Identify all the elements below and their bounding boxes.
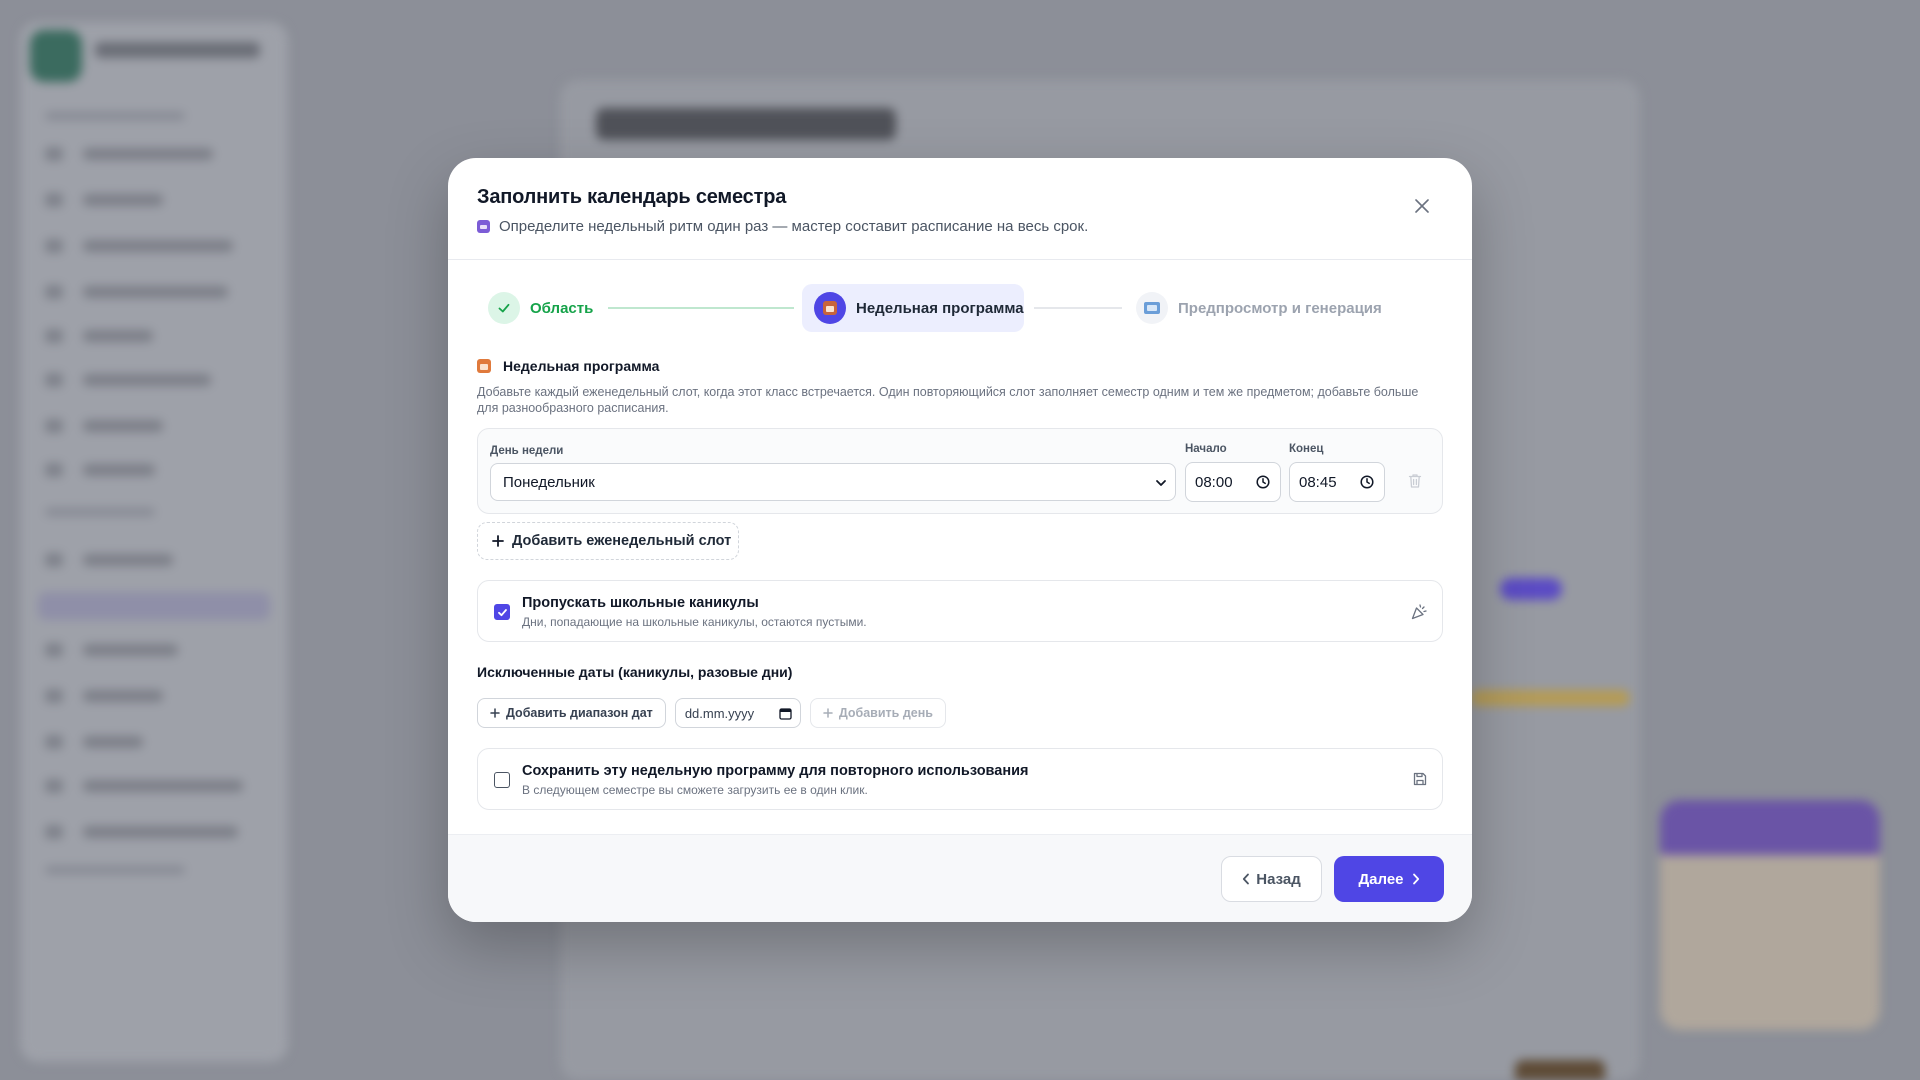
add-date-range-label: Добавить диапазон дат <box>506 706 653 720</box>
add-weekly-slot-label: Добавить еженедельный слот <box>512 533 732 549</box>
add-day-label: Добавить день <box>838 706 933 720</box>
bg-item <box>45 734 245 750</box>
bg-section <box>45 866 185 874</box>
bg-logo <box>30 30 82 82</box>
step-label: Недельная программа <box>856 299 1024 317</box>
skip-holidays-checkbox[interactable] <box>494 604 510 620</box>
weekly-slot-card: День недели Понедельник Начало 08:00 Кон… <box>477 428 1443 514</box>
section-title: Недельная программа <box>503 358 660 374</box>
save-icon <box>1413 772 1427 786</box>
next-label: Далее <box>1358 870 1404 888</box>
back-button[interactable]: Назад <box>1221 856 1322 902</box>
bg-item <box>45 328 245 344</box>
bg-bottom <box>1515 1060 1605 1080</box>
stepper-line-done <box>608 307 794 309</box>
day-select[interactable]: Понедельник <box>490 463 1176 501</box>
chevron-right-icon <box>1412 873 1419 885</box>
modal-subtitle: Определите недельный ритм один раз — мас… <box>499 218 1089 235</box>
modal-title: Заполнить календарь семестра <box>477 186 787 208</box>
next-button[interactable]: Далее <box>1334 856 1444 902</box>
save-program-card[interactable]: Сохранить эту недельную программу для по… <box>477 748 1443 810</box>
step-area[interactable]: Область <box>488 284 593 332</box>
start-time-input[interactable]: 08:00 <box>1185 462 1281 502</box>
calendar-icon <box>477 359 491 373</box>
save-program-description: В следующем семестре вы сможете загрузит… <box>522 783 868 797</box>
modal-subtitle-row: Определите недельный ритм один раз — мас… <box>477 218 1088 235</box>
stepper-line-upcoming <box>1034 307 1122 309</box>
chevron-left-icon <box>1243 873 1250 885</box>
bg-item <box>45 372 245 388</box>
skip-holidays-description: Дни, попадающие на школьные каникулы, ос… <box>522 615 867 629</box>
plus-icon <box>492 535 504 547</box>
bg-item <box>45 192 245 208</box>
add-date-range-button[interactable]: Добавить диапазон дат <box>477 698 666 728</box>
skip-holidays-card[interactable]: Пропускать школьные каникулы Дни, попада… <box>477 580 1443 642</box>
trash-icon[interactable] <box>1408 473 1422 489</box>
bg-item <box>45 284 245 300</box>
end-time-value: 08:45 <box>1299 473 1337 491</box>
step-label: Область <box>530 299 594 317</box>
section-description: Добавьте каждый еженедельный слот, когда… <box>477 385 1419 415</box>
skip-holidays-title: Пропускать школьные каникулы <box>522 595 759 611</box>
check-icon <box>497 608 507 616</box>
bg-item <box>45 552 245 568</box>
bg-title <box>596 108 896 140</box>
weekly-section-header: Недельная программа <box>477 358 659 374</box>
stepper: Область Недельная программа Предпросмотр… <box>488 284 1432 332</box>
bg-item <box>45 462 245 478</box>
day-select-value: Понедельник <box>503 473 595 491</box>
semester-calendar-modal: Заполнить календарь семестра Определите … <box>448 158 1472 922</box>
bg-accent <box>1500 578 1562 600</box>
bg-logo-text <box>95 42 260 58</box>
modal-header: Заполнить календарь семестра Определите … <box>448 158 1472 260</box>
bg-item-active <box>38 592 270 620</box>
bg-bar <box>1470 690 1630 706</box>
check-circle-icon <box>488 292 520 324</box>
bg-section <box>45 112 185 120</box>
day-label: День недели <box>490 445 564 457</box>
step-preview[interactable]: Предпросмотр и генерация <box>1136 284 1382 332</box>
close-button[interactable] <box>1410 194 1434 218</box>
plus-icon <box>490 708 500 718</box>
end-time-input[interactable]: 08:45 <box>1289 462 1385 502</box>
bg-item <box>45 418 245 434</box>
party-popper-icon <box>1411 604 1427 620</box>
bg-card-top <box>1660 800 1880 855</box>
excluded-dates-title: Исключенные даты (каникулы, разовые дни) <box>477 664 793 680</box>
calendar-icon <box>477 220 490 233</box>
start-time-value: 08:00 <box>1195 473 1233 491</box>
clock-icon[interactable] <box>1360 475 1374 489</box>
add-weekly-slot-button[interactable]: Добавить еженедельный слот <box>477 522 739 560</box>
bg-item <box>45 146 245 162</box>
add-day-button[interactable]: Добавить день <box>809 698 946 728</box>
step-calendar-icon <box>814 292 846 324</box>
end-label: Конец <box>1289 443 1324 455</box>
bg-item <box>45 778 245 794</box>
bg-item <box>45 688 245 704</box>
newspaper-icon <box>1136 292 1168 324</box>
bg-item <box>45 824 245 840</box>
close-icon <box>1415 199 1429 213</box>
start-label: Начало <box>1185 443 1227 455</box>
exclude-date-input[interactable]: dd.mm.yyyy <box>674 698 801 728</box>
bg-item <box>45 642 245 658</box>
chevron-down-icon <box>1156 480 1166 486</box>
excluded-dates-row: Добавить диапазон дат dd.mm.yyyy Добавит… <box>477 698 946 728</box>
bg-item <box>45 238 245 254</box>
calendar-picker-icon[interactable] <box>779 707 792 720</box>
save-program-title: Сохранить эту недельную программу для по… <box>522 763 1029 779</box>
date-placeholder: dd.mm.yyyy <box>684 705 755 721</box>
clock-icon[interactable] <box>1256 475 1270 489</box>
bg-section <box>45 508 155 516</box>
step-label: Предпросмотр и генерация <box>1178 299 1382 317</box>
bg-sidebar <box>20 22 288 1062</box>
back-label: Назад <box>1256 870 1301 888</box>
plus-icon <box>823 708 833 718</box>
save-program-checkbox[interactable] <box>494 772 510 788</box>
step-weekly-program[interactable]: Недельная программа <box>802 284 1024 332</box>
